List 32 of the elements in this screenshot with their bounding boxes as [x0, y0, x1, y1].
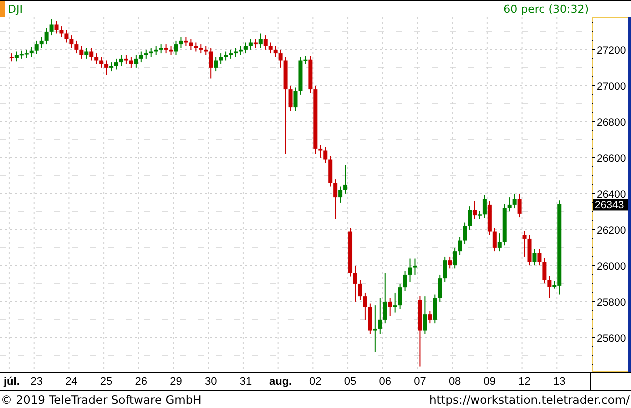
- axis-label: 26000: [597, 260, 626, 273]
- axis-label: 02: [310, 376, 322, 388]
- axis-label: 24: [66, 376, 78, 388]
- axis-label: 08: [448, 376, 462, 388]
- symbol-label: DJI: [8, 2, 23, 16]
- axis-label: aug.: [270, 376, 292, 388]
- axis-label: 26: [135, 376, 148, 388]
- axis-label: 12: [518, 376, 531, 388]
- axis-label: 23: [30, 376, 43, 388]
- price-tag: 26343: [593, 199, 628, 212]
- axis-label: 26200: [597, 224, 626, 237]
- axis-label: 25: [100, 376, 113, 388]
- axis-label: 30: [204, 376, 218, 388]
- axis-label: 07: [414, 376, 426, 388]
- axis-label: 27000: [597, 80, 626, 93]
- axis-label: 05: [344, 376, 357, 388]
- axis-label: 31: [240, 376, 252, 388]
- interval-label: 60 perc (30:32): [504, 2, 589, 16]
- axis-label: 25800: [597, 296, 626, 309]
- axis-label: 13: [554, 376, 566, 388]
- axis-label: 26400: [597, 188, 626, 201]
- axis-label: 29: [170, 376, 182, 388]
- website-url: https://workstation.teletrader.com/: [429, 392, 630, 406]
- axis-label: júl.: [4, 376, 20, 388]
- axis-label: 06: [379, 376, 392, 388]
- axis-label: 26800: [597, 116, 626, 129]
- axis-label: 27200: [597, 44, 626, 57]
- axis-label: 25600: [597, 332, 626, 345]
- axis-label: 26600: [597, 152, 626, 165]
- axis-label: 09: [484, 376, 496, 388]
- series-marker: [0, 1, 5, 17]
- copyright-text: © 2019 TeleTrader Software GmbH: [1, 392, 202, 406]
